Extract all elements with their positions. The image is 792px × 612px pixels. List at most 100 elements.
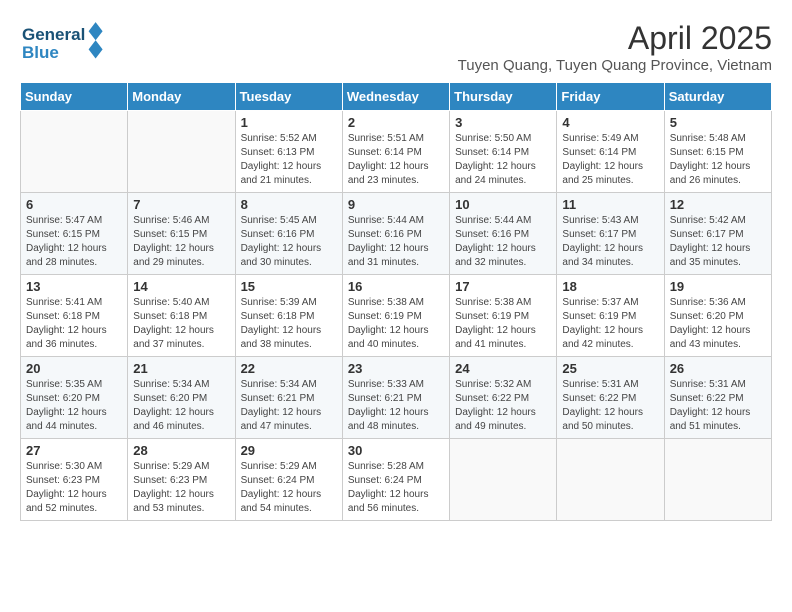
calendar-day-cell: 1 Sunrise: 5:52 AM Sunset: 6:13 PM Daylig… (235, 111, 342, 193)
day-info: Sunrise: 5:45 AM Sunset: 6:16 PM Dayligh… (241, 214, 337, 270)
day-info: Sunrise: 5:33 AM Sunset: 6:21 PM Dayligh… (348, 378, 444, 434)
logo: General Blue (20, 20, 110, 65)
day-number: 9 (348, 197, 444, 212)
title-block: April 2025 Tuyen Quang, Tuyen Quang Prov… (458, 20, 772, 74)
day-info: Sunrise: 5:51 AM Sunset: 6:14 PM Dayligh… (348, 132, 444, 188)
calendar-day-cell: 3 Sunrise: 5:50 AM Sunset: 6:14 PM Daylig… (450, 111, 557, 193)
calendar-header-cell: Wednesday (342, 83, 449, 111)
calendar-day-cell: 20 Sunrise: 5:35 AM Sunset: 6:20 PM Dayli… (21, 357, 128, 439)
svg-text:General: General (22, 25, 85, 44)
calendar-day-cell: 6Sunrise: 5:47 AM Sunset: 6:15 PM Daylig… (21, 193, 128, 275)
day-number: 16 (348, 279, 444, 294)
calendar-day-cell: 4Sunrise: 5:49 AM Sunset: 6:14 PM Daylig… (557, 111, 664, 193)
day-info: Sunrise: 5:47 AM Sunset: 6:15 PM Dayligh… (26, 214, 122, 270)
logo-svg: General Blue (20, 20, 110, 65)
day-info: Sunrise: 5:29 AM Sunset: 6:24 PM Dayligh… (241, 460, 337, 516)
day-info: Sunrise: 5:37 AM Sunset: 6:19 PM Dayligh… (562, 296, 658, 352)
calendar-day-cell: 14 Sunrise: 5:40 AM Sunset: 6:18 PM Dayli… (128, 275, 235, 357)
calendar-day-cell: 13 Sunrise: 5:41 AM Sunset: 6:18 PM Dayli… (21, 275, 128, 357)
calendar-week-row: 13 Sunrise: 5:41 AM Sunset: 6:18 PM Dayli… (21, 275, 772, 357)
calendar-header-row: SundayMondayTuesdayWednesdayThursdayFrid… (21, 83, 772, 111)
calendar-day-cell: 2 Sunrise: 5:51 AM Sunset: 6:14 PM Daylig… (342, 111, 449, 193)
calendar-day-cell (21, 111, 128, 193)
calendar-week-row: 27 Sunrise: 5:30 AM Sunset: 6:23 PM Dayli… (21, 439, 772, 521)
day-number: 27 (26, 443, 122, 458)
day-info: Sunrise: 5:31 AM Sunset: 6:22 PM Dayligh… (670, 378, 766, 434)
calendar-day-cell: 17Sunrise: 5:38 AM Sunset: 6:19 PM Dayli… (450, 275, 557, 357)
header: General Blue April 2025 Tuyen Quang, Tuy… (20, 20, 772, 74)
day-info: Sunrise: 5:49 AM Sunset: 6:14 PM Dayligh… (562, 132, 658, 188)
day-number: 29 (241, 443, 337, 458)
calendar-week-row: 6Sunrise: 5:47 AM Sunset: 6:15 PM Daylig… (21, 193, 772, 275)
calendar-day-cell: 21Sunrise: 5:34 AM Sunset: 6:20 PM Dayli… (128, 357, 235, 439)
day-number: 3 (455, 115, 551, 130)
day-number: 28 (133, 443, 229, 458)
day-number: 14 (133, 279, 229, 294)
day-info: Sunrise: 5:35 AM Sunset: 6:20 PM Dayligh… (26, 378, 122, 434)
calendar-day-cell: 8 Sunrise: 5:45 AM Sunset: 6:16 PM Daylig… (235, 193, 342, 275)
calendar-header-cell: Sunday (21, 83, 128, 111)
calendar-day-cell: 11 Sunrise: 5:43 AM Sunset: 6:17 PM Dayli… (557, 193, 664, 275)
day-info: Sunrise: 5:52 AM Sunset: 6:13 PM Dayligh… (241, 132, 337, 188)
calendar: SundayMondayTuesdayWednesdayThursdayFrid… (20, 82, 772, 521)
day-info: Sunrise: 5:50 AM Sunset: 6:14 PM Dayligh… (455, 132, 551, 188)
calendar-day-cell: 12 Sunrise: 5:42 AM Sunset: 6:17 PM Dayli… (664, 193, 771, 275)
day-number: 5 (670, 115, 766, 130)
calendar-day-cell: 29 Sunrise: 5:29 AM Sunset: 6:24 PM Dayli… (235, 439, 342, 521)
calendar-day-cell: 10 Sunrise: 5:44 AM Sunset: 6:16 PM Dayli… (450, 193, 557, 275)
day-number: 19 (670, 279, 766, 294)
calendar-body: 1 Sunrise: 5:52 AM Sunset: 6:13 PM Daylig… (21, 111, 772, 521)
calendar-day-cell: 26Sunrise: 5:31 AM Sunset: 6:22 PM Dayli… (664, 357, 771, 439)
day-info: Sunrise: 5:42 AM Sunset: 6:17 PM Dayligh… (670, 214, 766, 270)
day-info: Sunrise: 5:46 AM Sunset: 6:15 PM Dayligh… (133, 214, 229, 270)
calendar-day-cell: 25Sunrise: 5:31 AM Sunset: 6:22 PM Dayli… (557, 357, 664, 439)
calendar-day-cell: 15Sunrise: 5:39 AM Sunset: 6:18 PM Dayli… (235, 275, 342, 357)
day-info: Sunrise: 5:48 AM Sunset: 6:15 PM Dayligh… (670, 132, 766, 188)
day-number: 24 (455, 361, 551, 376)
calendar-day-cell: 24 Sunrise: 5:32 AM Sunset: 6:22 PM Dayli… (450, 357, 557, 439)
calendar-day-cell: 27 Sunrise: 5:30 AM Sunset: 6:23 PM Dayli… (21, 439, 128, 521)
calendar-header-cell: Friday (557, 83, 664, 111)
day-info: Sunrise: 5:38 AM Sunset: 6:19 PM Dayligh… (455, 296, 551, 352)
calendar-day-cell: 28Sunrise: 5:29 AM Sunset: 6:23 PM Dayli… (128, 439, 235, 521)
calendar-day-cell: 30 Sunrise: 5:28 AM Sunset: 6:24 PM Dayli… (342, 439, 449, 521)
day-info: Sunrise: 5:28 AM Sunset: 6:24 PM Dayligh… (348, 460, 444, 516)
day-info: Sunrise: 5:38 AM Sunset: 6:19 PM Dayligh… (348, 296, 444, 352)
calendar-day-cell: 23Sunrise: 5:33 AM Sunset: 6:21 PM Dayli… (342, 357, 449, 439)
calendar-week-row: 20 Sunrise: 5:35 AM Sunset: 6:20 PM Dayli… (21, 357, 772, 439)
day-number: 18 (562, 279, 658, 294)
calendar-header-cell: Tuesday (235, 83, 342, 111)
day-number: 11 (562, 197, 658, 212)
calendar-day-cell (128, 111, 235, 193)
day-info: Sunrise: 5:34 AM Sunset: 6:21 PM Dayligh… (241, 378, 337, 434)
calendar-header-cell: Monday (128, 83, 235, 111)
day-number: 30 (348, 443, 444, 458)
day-info: Sunrise: 5:44 AM Sunset: 6:16 PM Dayligh… (348, 214, 444, 270)
day-number: 20 (26, 361, 122, 376)
day-info: Sunrise: 5:41 AM Sunset: 6:18 PM Dayligh… (26, 296, 122, 352)
calendar-header-cell: Thursday (450, 83, 557, 111)
day-number: 10 (455, 197, 551, 212)
calendar-day-cell: 9 Sunrise: 5:44 AM Sunset: 6:16 PM Daylig… (342, 193, 449, 275)
day-number: 22 (241, 361, 337, 376)
day-number: 8 (241, 197, 337, 212)
day-number: 1 (241, 115, 337, 130)
calendar-day-cell: 7Sunrise: 5:46 AM Sunset: 6:15 PM Daylig… (128, 193, 235, 275)
day-info: Sunrise: 5:30 AM Sunset: 6:23 PM Dayligh… (26, 460, 122, 516)
logo: General Blue (20, 20, 110, 65)
calendar-day-cell: 19Sunrise: 5:36 AM Sunset: 6:20 PM Dayli… (664, 275, 771, 357)
day-number: 13 (26, 279, 122, 294)
calendar-day-cell: 22 Sunrise: 5:34 AM Sunset: 6:21 PM Dayli… (235, 357, 342, 439)
calendar-day-cell: 18 Sunrise: 5:37 AM Sunset: 6:19 PM Dayli… (557, 275, 664, 357)
day-info: Sunrise: 5:40 AM Sunset: 6:18 PM Dayligh… (133, 296, 229, 352)
calendar-header-cell: Saturday (664, 83, 771, 111)
day-number: 2 (348, 115, 444, 130)
day-info: Sunrise: 5:32 AM Sunset: 6:22 PM Dayligh… (455, 378, 551, 434)
day-info: Sunrise: 5:44 AM Sunset: 6:16 PM Dayligh… (455, 214, 551, 270)
calendar-day-cell: 5 Sunrise: 5:48 AM Sunset: 6:15 PM Daylig… (664, 111, 771, 193)
day-info: Sunrise: 5:31 AM Sunset: 6:22 PM Dayligh… (562, 378, 658, 434)
day-info: Sunrise: 5:43 AM Sunset: 6:17 PM Dayligh… (562, 214, 658, 270)
calendar-day-cell (664, 439, 771, 521)
day-number: 12 (670, 197, 766, 212)
calendar-day-cell (557, 439, 664, 521)
